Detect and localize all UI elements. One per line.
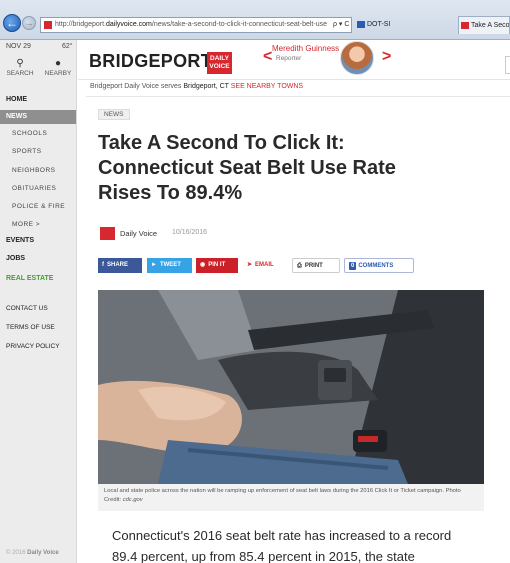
- daily-voice-logo[interactable]: DAILY VOICE: [207, 52, 232, 74]
- email-share-button[interactable]: ➤ EMAIL: [243, 258, 289, 273]
- article-title: Take A Second To Click It: Connecticut S…: [98, 132, 396, 204]
- sidebar-subitem-obituaries[interactable]: OBITUARIES: [12, 185, 56, 192]
- email-label: EMAIL: [255, 262, 274, 268]
- site-header: BRIDGEPORT DAILY VOICE < Meredith Guinne…: [78, 40, 510, 80]
- sidebar-temperature: 62°: [62, 43, 73, 50]
- reporter-prev-arrow[interactable]: <: [263, 48, 272, 66]
- browser-tab-article[interactable]: Take A Seco: [458, 16, 510, 34]
- see-nearby-towns-link[interactable]: SEE NEARBY TOWNS: [231, 83, 303, 90]
- nearby-label: NEARBY: [44, 70, 72, 77]
- logo-line-1: DAILY: [210, 55, 229, 62]
- copyright-brand: Daily Voice: [27, 550, 59, 556]
- sidebar-subitem-schools[interactable]: SCHOOLS: [12, 130, 47, 137]
- caption-text: Local and state police across the nation…: [104, 488, 444, 494]
- copyright-year: © 2016: [6, 550, 26, 556]
- back-button[interactable]: ←: [3, 14, 21, 32]
- logo-line-2: VOICE: [209, 63, 230, 70]
- reporter-avatar[interactable]: [340, 41, 374, 75]
- tab-favicon-icon: [357, 21, 365, 28]
- browser-tab-dot[interactable]: DOT-SI: [355, 16, 453, 34]
- forward-button[interactable]: →: [22, 16, 36, 30]
- twitter-label: TWEET: [159, 262, 181, 268]
- sidebar-nearby[interactable]: ● NEARBY: [40, 58, 76, 77]
- print-label: PRINT: [304, 263, 323, 269]
- back-arrow-icon: ←: [6, 16, 18, 30]
- address-bar[interactable]: http://bridgeport.dailyvoice.com/news/ta…: [40, 17, 352, 33]
- facebook-share-button[interactable]: f SHARE: [98, 258, 142, 273]
- location-pin-icon: ●: [54, 58, 62, 69]
- article-body: Connecticut's 2016 seat belt rate has in…: [112, 528, 452, 563]
- reporter-next-arrow[interactable]: >: [382, 48, 391, 66]
- reporter-name[interactable]: Meredith Guinness: [272, 44, 339, 53]
- send-icon: ➤: [247, 262, 253, 268]
- header-right-control[interactable]: [505, 56, 510, 74]
- category-tag[interactable]: NEWS: [98, 109, 130, 120]
- comments-count: 0: [349, 262, 357, 270]
- sidebar-item-home[interactable]: HOME: [0, 93, 76, 107]
- comments-button[interactable]: 0 COMMENTS: [344, 258, 414, 273]
- sidebar-item-contact[interactable]: CONTACT US: [0, 302, 76, 316]
- sidebar-date: NOV 29: [6, 43, 31, 50]
- sidebar-subitem-neighbors[interactable]: NEIGHBORS: [12, 167, 56, 174]
- article-photo-seat-belt[interactable]: [98, 290, 484, 484]
- address-bar-tools[interactable]: ρ ▾ C: [333, 17, 349, 33]
- pinterest-label: PIN IT: [208, 262, 226, 268]
- serves-line: Bridgeport Daily Voice serves Bridgeport…: [90, 83, 303, 90]
- twitter-bird-icon: ►: [151, 262, 157, 268]
- site-favicon-icon: [44, 21, 52, 29]
- photo-caption: Local and state police across the nation…: [98, 484, 484, 511]
- divider: [86, 96, 510, 97]
- facebook-label: SHARE: [107, 262, 129, 268]
- pinterest-pin-button[interactable]: ◉ PIN IT: [196, 258, 238, 273]
- site-name[interactable]: BRIDGEPORT: [89, 51, 212, 72]
- tab-favicon-icon: [461, 22, 469, 29]
- byline-source[interactable]: Daily Voice: [120, 229, 157, 238]
- sidebar-subitem-more[interactable]: MORE >: [12, 221, 40, 228]
- url-prefix: http://bridgeport.: [55, 21, 106, 28]
- forward-arrow-icon: →: [24, 18, 34, 28]
- sidebar-copyright: © 2016 Daily Voice: [6, 550, 59, 556]
- search-icon: ⚲: [16, 58, 24, 69]
- serves-prefix: Bridgeport Daily Voice serves: [90, 83, 182, 90]
- byline-date: 10/16/2016: [172, 229, 208, 236]
- printer-icon: ⎙: [297, 263, 302, 269]
- left-sidebar: NOV 29 62° ⚲ SEARCH ● NEARBY HOME NEWS S…: [0, 40, 77, 563]
- sidebar-subitem-police-fire[interactable]: POLICE & FIRE: [12, 203, 65, 210]
- print-button[interactable]: ⎙ PRINT: [292, 258, 340, 273]
- twitter-tweet-button[interactable]: ► TWEET: [147, 258, 192, 273]
- url-domain: dailyvoice.com: [105, 21, 152, 28]
- page: ← → http://bridgeport.dailyvoice.com/new…: [0, 0, 510, 563]
- caption-credit: cdc.gov: [122, 496, 143, 503]
- daily-voice-source-icon: [100, 227, 115, 240]
- tab-label: Take A Seco: [471, 22, 510, 29]
- sidebar-item-events[interactable]: EVENTS: [0, 234, 76, 248]
- search-label: SEARCH: [6, 70, 34, 77]
- seat-belt-illustration: [98, 290, 484, 484]
- reporter-role: Reporter: [276, 55, 302, 62]
- browser-toolbar: ← → http://bridgeport.dailyvoice.com/new…: [0, 0, 510, 40]
- sidebar-subitem-sports[interactable]: SPORTS: [12, 148, 42, 155]
- pinterest-icon: ◉: [200, 262, 206, 268]
- url-path: /news/take-a-second-to-click-it-connecti…: [151, 21, 327, 28]
- facebook-icon: f: [102, 262, 104, 268]
- serves-town: Bridgeport, CT: [183, 83, 229, 90]
- sidebar-item-real-estate[interactable]: REAL ESTATE: [0, 272, 76, 286]
- comments-label: COMMENTS: [358, 263, 394, 269]
- sidebar-search[interactable]: ⚲ SEARCH: [2, 58, 38, 77]
- tab-label: DOT-SI: [367, 21, 391, 28]
- sidebar-item-news[interactable]: NEWS: [0, 110, 76, 124]
- sidebar-item-jobs[interactable]: JOBS: [0, 252, 76, 266]
- sidebar-item-terms[interactable]: TERMS OF USE: [0, 321, 76, 335]
- sidebar-item-privacy[interactable]: PRIVACY POLICY: [0, 340, 76, 354]
